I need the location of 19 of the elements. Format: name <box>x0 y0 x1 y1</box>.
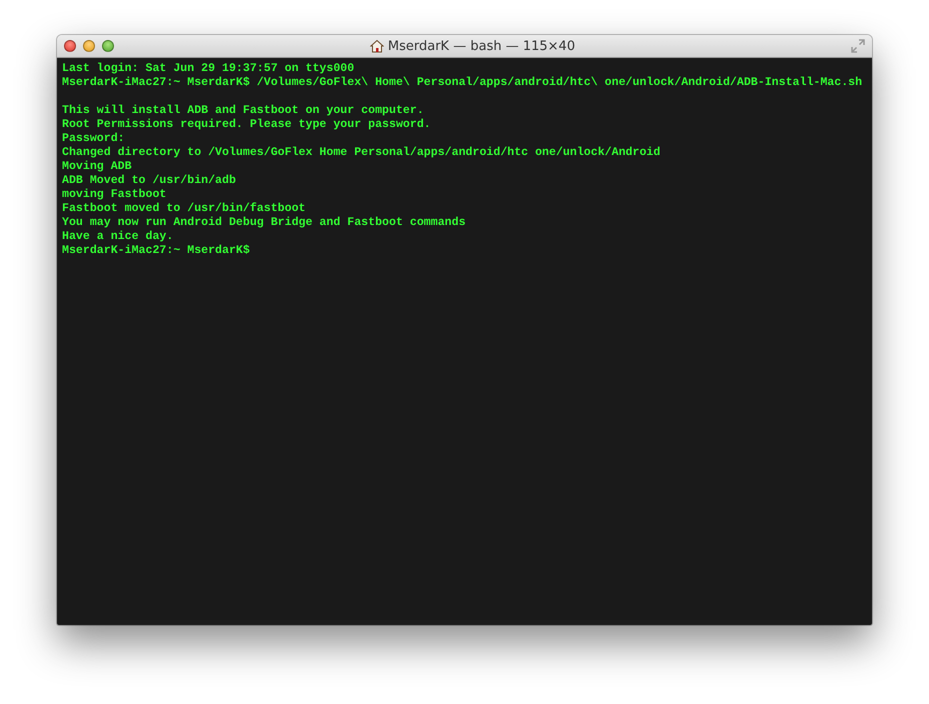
terminal-line: MserdarK-iMac27:~ MserdarK$ /Volumes/GoFlex\ Home\ Personal/apps/android/htc\ one/unlock/Android/ADB-Install-Mac.sh <box>62 76 864 90</box>
terminal-line: Fastboot moved to /usr/bin/fastboot <box>62 202 307 216</box>
terminal-line: Last login: Sat Jun 29 19:37:57 on ttys000 <box>62 62 356 76</box>
terminal-line: Changed directory to /Volumes/GoFlex Home Personal/apps/android/htc one/unlock/Android <box>62 146 662 160</box>
minimize-button[interactable] <box>83 40 95 52</box>
zoom-button[interactable] <box>102 40 114 52</box>
terminal-line: ADB Moved to /usr/bin/adb <box>62 174 237 188</box>
terminal-line: Moving ADB <box>62 160 133 174</box>
terminal-line: moving Fastboot <box>62 188 168 202</box>
terminal-line: This will install ADB and Fastboot on your computer. <box>62 104 425 118</box>
terminal-line: Root Permissions required. Please type your password. <box>62 118 432 132</box>
window-title: MserdarK — bash — 115×40 <box>388 38 576 54</box>
terminal-line: You may now run Android Debug Bridge and Fastboot commands <box>62 216 467 230</box>
close-button[interactable] <box>64 40 76 52</box>
fullscreen-icon[interactable] <box>851 39 865 53</box>
house-icon <box>370 39 384 53</box>
terminal-line: MserdarK-iMac27:~ MserdarK$ <box>62 244 251 258</box>
terminal-line: Password: <box>62 132 126 146</box>
terminal-line: Have a nice day. <box>62 230 174 244</box>
